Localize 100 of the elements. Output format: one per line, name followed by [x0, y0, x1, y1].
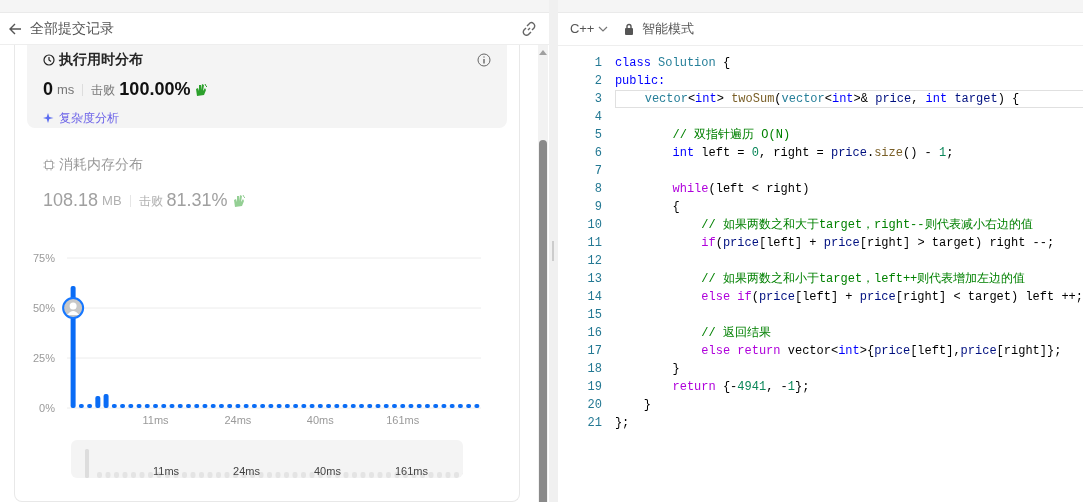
chart-bar [186, 404, 191, 408]
chevron-down-icon [598, 25, 609, 33]
chart-bar [383, 404, 389, 408]
chart-bar [210, 404, 216, 408]
chart-bar [449, 404, 455, 408]
back-arrow-icon[interactable] [8, 21, 22, 36]
chip-icon [43, 158, 55, 171]
axis-label: 24ms [224, 414, 252, 426]
chart-bar [392, 404, 397, 408]
chart-bar [194, 404, 200, 408]
chart-bar [235, 404, 241, 408]
axis-label: 25% [32, 352, 55, 364]
code-line: return {-4941, -1}; [671, 379, 811, 396]
line-number: 9 [593, 199, 603, 216]
line-number: 21 [586, 415, 603, 432]
chart-bar [408, 404, 414, 408]
chart-bar [78, 404, 84, 408]
line-number: 18 [586, 361, 603, 378]
chart-bar [433, 404, 439, 408]
code-line: int left = 0, right = price.size() - 1; [671, 145, 955, 162]
memory-title: 消耗内存分布 [59, 155, 143, 174]
chart-bar [177, 404, 183, 408]
chart-bar [251, 404, 257, 408]
line-number: 4 [593, 109, 603, 126]
chart-bar [359, 404, 364, 408]
line-number: 2 [593, 73, 603, 90]
chart-bar [202, 404, 208, 408]
beat-label: 击败 [91, 81, 116, 99]
navigator-label: 11ms [153, 465, 180, 478]
chart-bar [367, 404, 373, 408]
code-line: vector<int> twoSum(vector<int>& price, int target) { [614, 90, 1083, 108]
runtime-value: 0 [43, 78, 53, 101]
complexity-link[interactable]: 复杂度分析 [59, 109, 119, 127]
code-line: { [671, 199, 681, 216]
code-line: else return vector<int>{price[left],price[right]}; [700, 343, 1063, 360]
axis-label: 75% [32, 252, 55, 264]
line-number: 16 [586, 325, 603, 342]
clapping-hands-icon [231, 193, 246, 208]
code-line: public: [614, 73, 667, 90]
chart-bar [400, 404, 406, 408]
scrollbar[interactable] [537, 45, 548, 502]
code-line: } [642, 397, 652, 414]
chart-bar [416, 404, 422, 408]
chart-bar [243, 404, 249, 408]
chart-bar [342, 404, 348, 408]
code-line: // 如果两数之和小于target，left++则代表增加左边的值 [700, 271, 1027, 288]
beat-percent: 81.31% [166, 189, 228, 212]
axis-label: 161ms [386, 414, 420, 426]
chart-bar [169, 404, 175, 408]
code-line: } [671, 361, 681, 378]
code-line: // 如果两数之和大于target，right--则代表减小右边的值 [700, 217, 1034, 234]
chart-bar [293, 404, 299, 408]
code-line: // 返回结果 [700, 325, 772, 342]
navigator-label: 24ms [233, 465, 260, 478]
chart-bar [457, 404, 463, 408]
code-line: class Solution { [614, 55, 732, 72]
line-number: 7 [593, 163, 603, 180]
chart-bar [441, 404, 447, 408]
line-number: 5 [593, 127, 603, 144]
line-number: 10 [586, 217, 603, 234]
avatar-marker [62, 297, 85, 319]
line-number: 19 [586, 379, 603, 396]
line-number: 11 [586, 235, 603, 252]
chart-bar [144, 404, 150, 408]
chart-bar [309, 404, 315, 408]
page-title: 全部提交记录 [30, 19, 114, 38]
chart-bar [375, 404, 381, 408]
line-number: 8 [593, 181, 603, 198]
navigator-label: 40ms [314, 465, 341, 478]
chart-bar [227, 404, 233, 408]
chart-bar [474, 404, 480, 408]
scroll-up-icon[interactable] [538, 49, 547, 55]
axis-label: 0% [39, 402, 55, 414]
axis-label: 11ms [142, 414, 169, 426]
line-number: 17 [586, 343, 603, 360]
chart-bar [120, 404, 126, 408]
chart-bar [111, 404, 117, 408]
beat-label: 击败 [138, 192, 163, 210]
chart-bar [424, 404, 430, 408]
chart-bar [153, 404, 158, 408]
chart-bar [317, 404, 323, 408]
line-number: 20 [586, 397, 603, 414]
chart-bar [326, 404, 332, 408]
link-icon[interactable] [520, 20, 537, 37]
chart-bar [268, 404, 274, 408]
line-number: 12 [586, 253, 603, 270]
info-icon[interactable] [477, 52, 491, 67]
chart-bar [218, 404, 224, 408]
language-select[interactable]: C++ [569, 19, 609, 39]
memory-unit: MB [102, 191, 122, 210]
scrollbar-thumb[interactable] [538, 140, 547, 502]
code-line: }; [614, 415, 631, 432]
axis-label: 40ms [306, 414, 334, 426]
code-line: // 双指针遍历 O(N) [671, 127, 792, 144]
chart-navigator[interactable]: 11ms 24ms 40ms 161ms [71, 440, 463, 478]
chart-bar [466, 404, 472, 408]
chart-bar [95, 396, 101, 408]
beat-percent: 100.00% [119, 78, 191, 101]
chart-bar [301, 404, 307, 408]
chart-bar [161, 404, 167, 408]
